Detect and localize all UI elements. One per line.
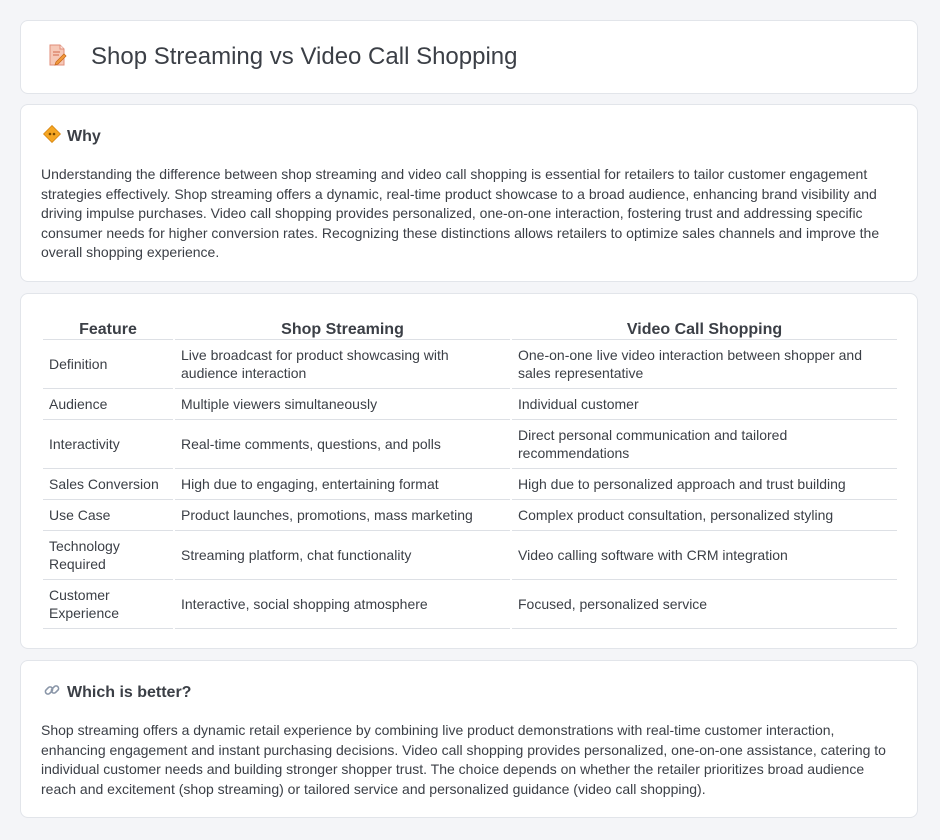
- feature-cell: Customer Experience: [43, 580, 173, 629]
- why-text: Understanding the difference between sho…: [41, 166, 880, 261]
- feature-cell: Interactivity: [43, 420, 173, 469]
- column-header-video-call-shopping: Video Call Shopping: [512, 314, 897, 340]
- shop-streaming-cell: Streaming platform, chat functionality: [175, 531, 510, 580]
- diamond-sign-icon: [42, 124, 62, 148]
- video-call-cell: Individual customer: [512, 389, 897, 420]
- comparison-card: Feature Shop Streaming Video Call Shoppi…: [20, 293, 918, 649]
- title-card: Shop Streaming vs Video Call Shopping: [20, 20, 918, 94]
- shop-streaming-cell: High due to engaging, entertaining forma…: [175, 469, 510, 500]
- feature-cell: Technology Required: [43, 531, 173, 580]
- table-row: Technology Required Streaming platform, …: [43, 531, 897, 580]
- table-row: Use Case Product launches, promotions, m…: [43, 500, 897, 531]
- table-row: Sales Conversion High due to engaging, e…: [43, 469, 897, 500]
- feature-cell: Sales Conversion: [43, 469, 173, 500]
- table-row: Definition Live broadcast for product sh…: [43, 340, 897, 389]
- document-pencil-icon: [45, 43, 69, 72]
- shop-streaming-cell: Multiple viewers simultaneously: [175, 389, 510, 420]
- shop-streaming-cell: Product launches, promotions, mass marke…: [175, 500, 510, 531]
- shop-streaming-cell: Real-time comments, questions, and polls: [175, 420, 510, 469]
- feature-cell: Audience: [43, 389, 173, 420]
- page-title: Shop Streaming vs Video Call Shopping: [91, 43, 518, 70]
- video-call-cell: High due to personalized approach and tr…: [512, 469, 897, 500]
- table-row: Interactivity Real-time comments, questi…: [43, 420, 897, 469]
- feature-cell: Use Case: [43, 500, 173, 531]
- comparison-table: Feature Shop Streaming Video Call Shoppi…: [41, 314, 899, 629]
- table-row: Customer Experience Interactive, social …: [43, 580, 897, 629]
- feature-cell: Definition: [43, 340, 173, 389]
- video-call-cell: Direct personal communication and tailor…: [512, 420, 897, 469]
- link-icon: [43, 681, 61, 704]
- video-call-cell: Focused, personalized service: [512, 580, 897, 629]
- which-is-better-text: Shop streaming offers a dynamic retail e…: [41, 722, 886, 797]
- video-call-cell: One-on-one live video interaction betwee…: [512, 340, 897, 389]
- why-card: Why Understanding the difference between…: [20, 104, 918, 282]
- which-is-better-card: Which is better? Shop streaming offers a…: [20, 660, 918, 818]
- column-header-shop-streaming: Shop Streaming: [175, 314, 510, 340]
- shop-streaming-cell: Interactive, social shopping atmosphere: [175, 580, 510, 629]
- shop-streaming-cell: Live broadcast for product showcasing wi…: [175, 340, 510, 389]
- why-title: Why: [67, 127, 101, 145]
- table-row: Audience Multiple viewers simultaneously…: [43, 389, 897, 420]
- video-call-cell: Complex product consultation, personaliz…: [512, 500, 897, 531]
- table-header-row: Feature Shop Streaming Video Call Shoppi…: [43, 314, 897, 340]
- which-is-better-title: Which is better?: [67, 683, 192, 701]
- column-header-feature: Feature: [43, 314, 173, 340]
- video-call-cell: Video calling software with CRM integrat…: [512, 531, 897, 580]
